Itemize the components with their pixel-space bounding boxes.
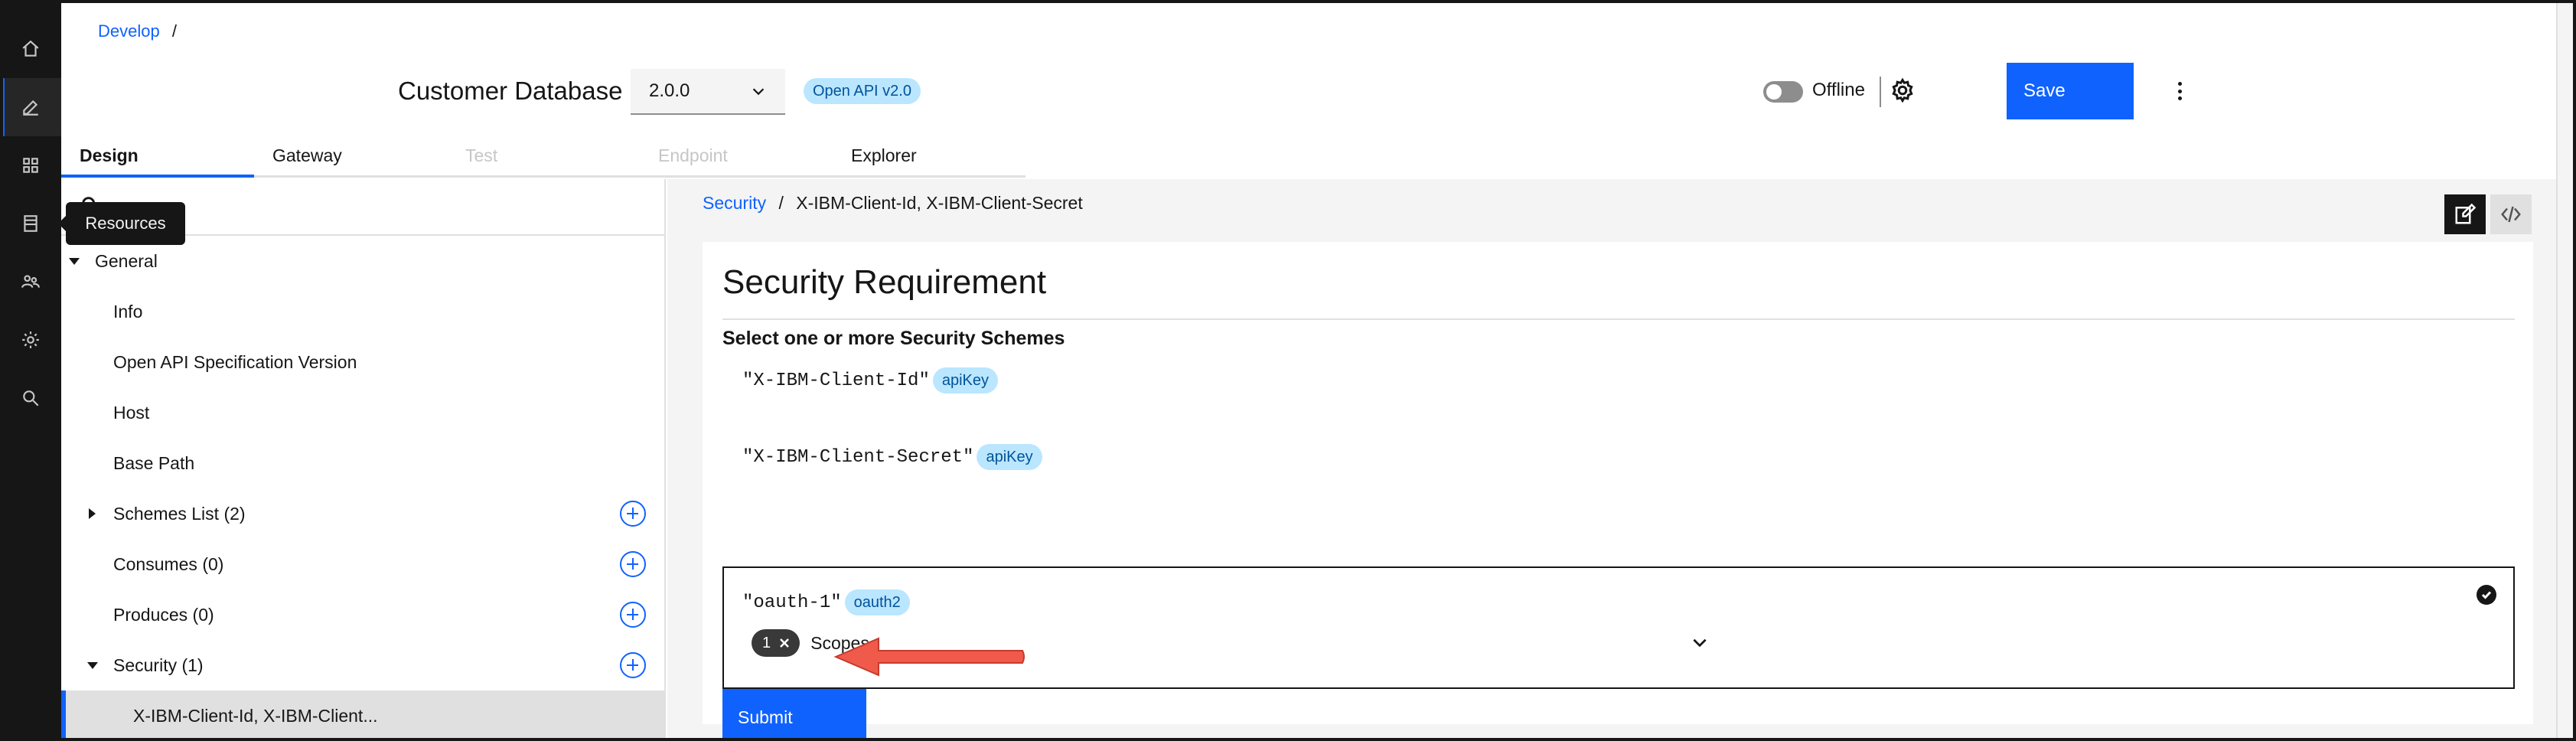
offline-label: Offline (1812, 80, 1865, 100)
scheme-type-tag: apiKey (977, 444, 1042, 470)
content-breadcrumb: Security / X-IBM-Client-Id, X-IBM-Client… (703, 193, 1083, 214)
add-produces-icon[interactable] (620, 602, 646, 628)
tab-design[interactable]: Design (61, 136, 254, 178)
scheme-name: "X-IBM-Client-Id" (742, 370, 930, 391)
openapi-version-tag: Open API v2.0 (804, 78, 921, 104)
resources-icon[interactable] (0, 194, 61, 253)
sidebar-item-consumes[interactable]: Consumes (0) (61, 539, 666, 589)
scheme-client-secret[interactable]: "X-IBM-Client-Secret" apiKey (742, 444, 1042, 470)
submit-button[interactable]: Submit (722, 689, 866, 741)
sidebar-item-label: X-IBM-Client-Id, X-IBM-Client... (133, 705, 378, 726)
sidebar-item-label: General (95, 250, 158, 271)
sidebar-item-schemes[interactable]: Schemes List (2) (61, 488, 666, 539)
save-button[interactable]: Save (2007, 63, 2134, 119)
tab-test: Test (447, 136, 640, 178)
scopes-count: 1 (762, 634, 771, 651)
code-icon (2501, 206, 2521, 223)
breadcrumb-security-link[interactable]: Security (703, 193, 766, 213)
annotation-arrow-icon (833, 637, 1025, 677)
chevron-down-icon (1693, 638, 1707, 648)
sidebar-item-base-path[interactable]: Base Path (61, 438, 666, 488)
sidebar-item-security-requirement[interactable]: X-IBM-Client-Id, X-IBM-Client... (61, 690, 666, 741)
sidebar-item-produces[interactable]: Produces (0) (61, 589, 666, 640)
sidebar-item-label: Base Path (113, 452, 195, 473)
editor-tabs: Design Gateway Test Endpoint Explorer (61, 136, 1026, 178)
resources-tooltip: Resources (58, 202, 185, 245)
card-subtitle: Select one or more Security Schemes (722, 328, 1065, 349)
breadcrumb-develop-link[interactable]: Develop (98, 21, 160, 41)
home-icon[interactable] (0, 20, 61, 78)
breadcrumb-separator: / (171, 21, 177, 41)
scheme-oauth-label: "oauth-1" oauth2 (742, 589, 910, 615)
caret-down-icon (69, 258, 80, 265)
sidebar-item-openapi-version[interactable]: Open API Specification Version (61, 337, 666, 387)
form-view-button[interactable] (2444, 194, 2486, 234)
caret-down-icon (87, 662, 98, 669)
checkmark-icon (2477, 585, 2496, 605)
version-select[interactable]: 2.0.0 (631, 69, 785, 115)
breadcrumb-current: X-IBM-Client-Id, X-IBM-Client-Secret (796, 193, 1083, 213)
add-consumes-icon[interactable] (620, 551, 646, 577)
offline-toggle[interactable] (1763, 81, 1803, 103)
left-rail (0, 0, 61, 741)
scheme-name: "oauth-1" (742, 592, 842, 613)
overflow-menu-icon[interactable] (2170, 80, 2189, 103)
api-title: Customer Database (398, 77, 623, 105)
scheme-type-tag: oauth2 (844, 589, 910, 615)
scheme-type-tag: apiKey (932, 367, 998, 393)
scopes-count-tag[interactable]: 1 (752, 629, 801, 657)
sidebar-item-info[interactable]: Info (61, 286, 666, 337)
header-divider (1880, 77, 1881, 107)
tab-explorer[interactable]: Explorer (833, 136, 1026, 178)
add-security-icon[interactable] (620, 652, 646, 678)
search-icon[interactable] (0, 369, 61, 427)
scrollbar-gutter[interactable] (2556, 0, 2573, 741)
edit-icon[interactable] (0, 78, 61, 136)
divider (722, 318, 2515, 320)
scheme-client-id[interactable]: "X-IBM-Client-Id" apiKey (742, 367, 998, 393)
sidebar-item-security[interactable]: Security (1) (61, 640, 666, 690)
tab-endpoint: Endpoint (640, 136, 833, 178)
breadcrumb-separator: / (778, 193, 784, 213)
tab-gateway[interactable]: Gateway (254, 136, 447, 178)
settings-icon[interactable] (0, 311, 61, 369)
chevron-down-icon (752, 88, 765, 96)
edit-icon (2455, 203, 2477, 224)
design-sidenav: General Info Open API Specification Vers… (61, 179, 666, 741)
add-scheme-icon[interactable] (620, 501, 646, 527)
breadcrumb: Develop / (98, 21, 177, 41)
sidebar-item-label: Consumes (0) (113, 553, 224, 574)
clear-icon[interactable] (778, 637, 791, 649)
card-title: Security Requirement (722, 263, 1047, 301)
caret-right-icon (89, 508, 96, 519)
sidebar-item-label: Open API Specification Version (113, 351, 357, 372)
sidebar-item-label: Schemes List (2) (113, 503, 246, 524)
apps-icon[interactable] (0, 136, 61, 194)
sidebar-item-label: Host (113, 402, 150, 423)
sidebar-item-label: Produces (0) (113, 604, 214, 625)
sidebar-item-label: Info (113, 301, 143, 322)
source-view-button[interactable] (2490, 194, 2532, 234)
users-icon[interactable] (0, 253, 61, 311)
sidebar-item-host[interactable]: Host (61, 387, 666, 438)
sidebar-item-label: Security (1) (113, 654, 204, 675)
scheme-name: "X-IBM-Client-Secret" (742, 446, 974, 468)
gear-icon[interactable] (1889, 77, 1916, 104)
version-value: 2.0.0 (649, 80, 690, 101)
